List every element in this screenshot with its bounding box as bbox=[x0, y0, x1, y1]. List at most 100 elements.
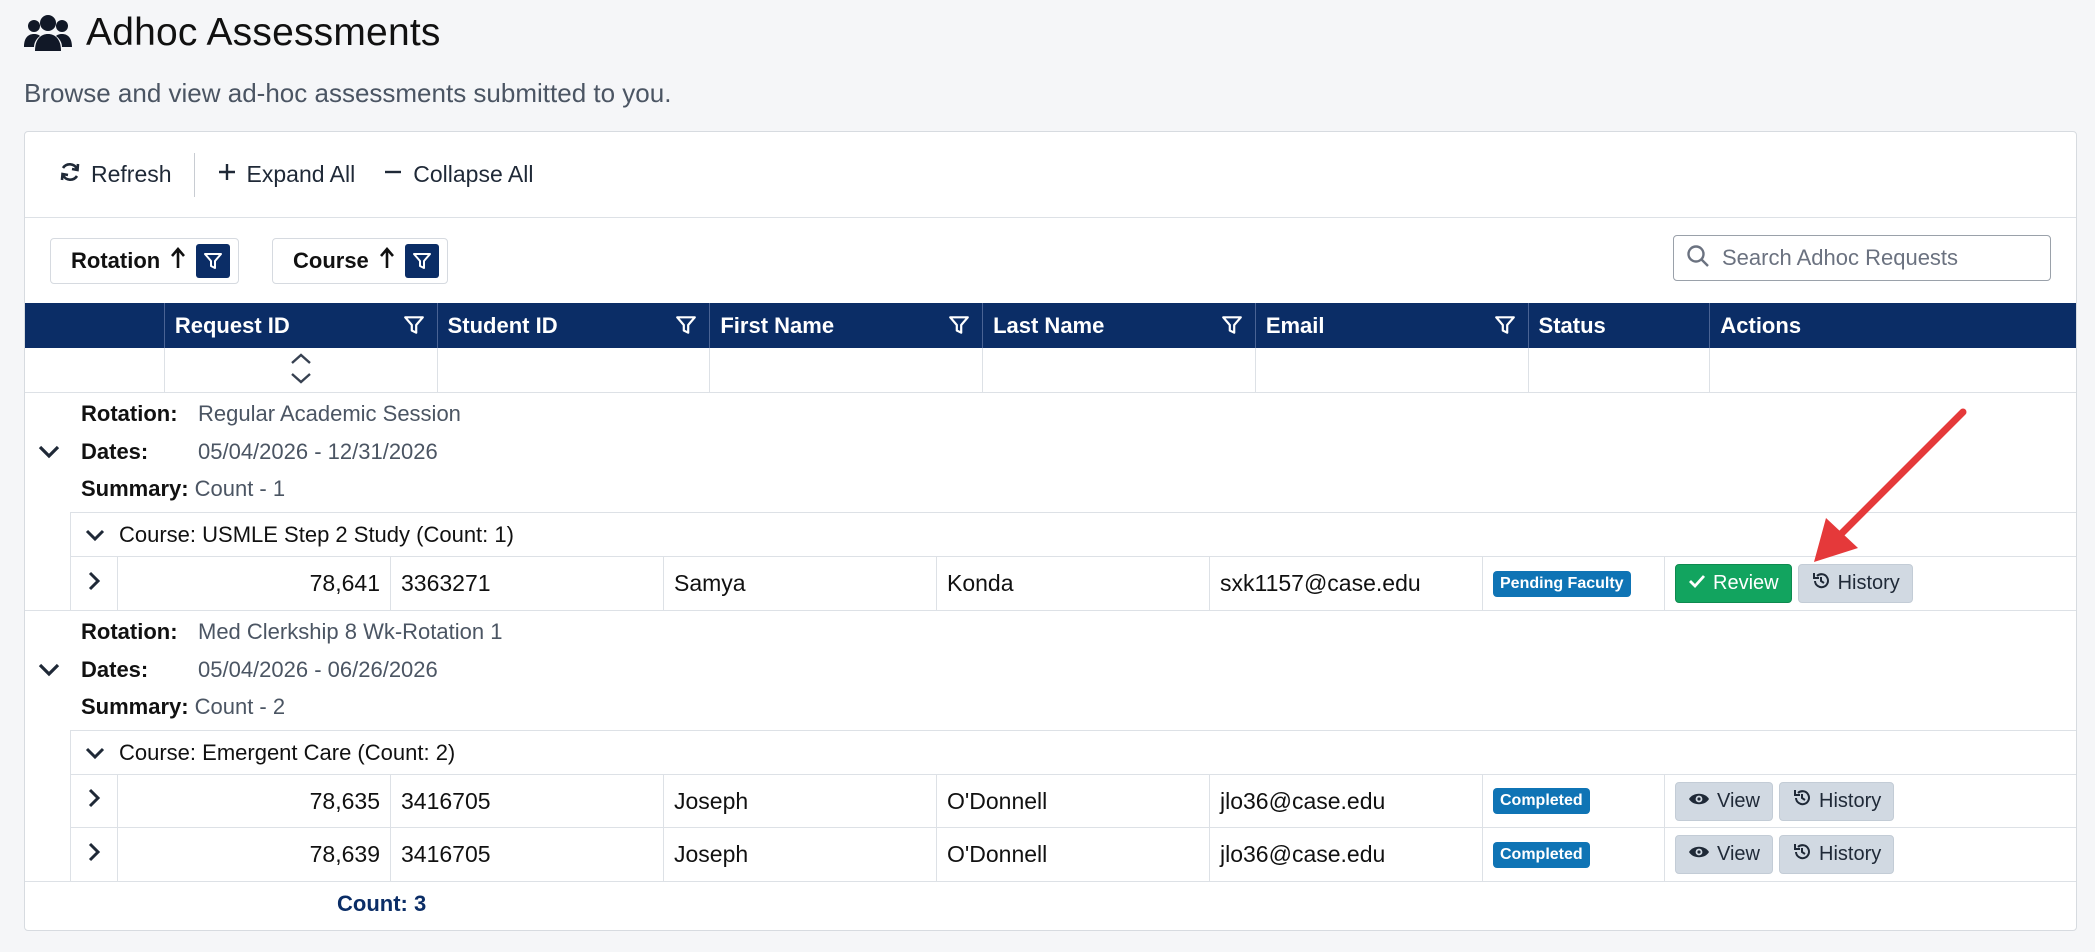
sort-toggle-icon[interactable] bbox=[289, 350, 313, 393]
chevron-down-icon[interactable] bbox=[37, 443, 61, 466]
column-filter-icon[interactable] bbox=[948, 314, 970, 342]
summary-label: Summary: bbox=[81, 694, 189, 719]
sort-ascending-icon[interactable] bbox=[170, 246, 186, 276]
refresh-icon bbox=[59, 161, 81, 189]
history-icon bbox=[1811, 571, 1831, 597]
refresh-label: Refresh bbox=[91, 161, 172, 187]
chevron-right-icon[interactable] bbox=[86, 787, 102, 815]
eye-icon bbox=[1688, 790, 1710, 813]
dates-value: 05/04/2026 - 12/31/2026 bbox=[198, 439, 438, 464]
history-icon bbox=[1792, 842, 1812, 868]
page-subtitle: Browse and view ad-hoc assessments submi… bbox=[24, 78, 672, 108]
status-badge: Completed bbox=[1493, 788, 1590, 814]
group-chip-label: Rotation bbox=[71, 248, 161, 273]
view-button[interactable]: View bbox=[1675, 835, 1773, 874]
grid-filter-row bbox=[25, 348, 2076, 393]
total-count: Count: 3 bbox=[337, 891, 427, 916]
rotation-value: Regular Academic Session bbox=[198, 401, 461, 426]
column-filter-icon[interactable] bbox=[403, 314, 425, 342]
refresh-button[interactable]: Refresh bbox=[59, 161, 172, 189]
course-group-header: Course: USMLE Step 2 Study (Count: 1) bbox=[71, 512, 2076, 557]
header-request-id[interactable]: Request ID bbox=[165, 303, 438, 348]
group-chip-rotation[interactable]: Rotation bbox=[50, 238, 240, 284]
column-filter-icon[interactable] bbox=[675, 314, 697, 342]
chevron-down-icon[interactable] bbox=[71, 527, 119, 543]
header-last-name[interactable]: Last Name bbox=[983, 303, 1256, 348]
course-group-header: Course: Emergent Care (Count: 2) bbox=[71, 730, 2076, 775]
filter-icon[interactable] bbox=[404, 244, 439, 278]
cell-status: Completed bbox=[1483, 775, 1665, 827]
cell-request-id: 78,639 bbox=[118, 828, 391, 881]
grid-footer: Count: 3 bbox=[25, 882, 2076, 926]
search-box bbox=[1673, 235, 2051, 281]
header-expander-cell bbox=[25, 303, 165, 348]
dates-label: Dates: bbox=[81, 657, 149, 682]
rotation-value: Med Clerkship 8 Wk-Rotation 1 bbox=[198, 619, 503, 644]
table-row[interactable]: 78,635 3416705 Joseph O'Donnell jlo36@ca… bbox=[71, 775, 2076, 828]
cell-student-id: 3416705 bbox=[391, 775, 664, 827]
plus-icon bbox=[217, 161, 237, 188]
filter-icon[interactable] bbox=[196, 244, 231, 278]
group-chip-course[interactable]: Course bbox=[272, 238, 448, 284]
sort-ascending-icon[interactable] bbox=[379, 246, 395, 276]
chevron-right-icon[interactable] bbox=[86, 841, 102, 869]
table-row[interactable]: 78,641 3363271 Samya Konda sxk1157@case.… bbox=[71, 557, 2076, 610]
cell-status: Pending Faculty bbox=[1483, 557, 1665, 610]
row-expander[interactable] bbox=[71, 828, 118, 881]
history-button[interactable]: History bbox=[1779, 781, 1895, 821]
cell-email: jlo36@case.edu bbox=[1210, 828, 1483, 881]
header-student-id[interactable]: Student ID bbox=[438, 303, 711, 348]
users-icon bbox=[24, 13, 72, 53]
data-grid: Request ID Student ID First Name Last Na… bbox=[25, 303, 2076, 926]
cell-student-id: 3416705 bbox=[391, 828, 664, 881]
review-button[interactable]: Review bbox=[1675, 564, 1792, 603]
status-badge: Completed bbox=[1493, 841, 1590, 868]
search-icon bbox=[1686, 244, 1710, 273]
cell-last-name: O'Donnell bbox=[937, 828, 1210, 881]
view-button[interactable]: View bbox=[1675, 781, 1773, 821]
header-first-name[interactable]: First Name bbox=[710, 303, 984, 348]
summary-label: Summary: bbox=[81, 476, 189, 501]
chevron-down-icon[interactable] bbox=[37, 661, 61, 684]
expand-all-button[interactable]: Expand All bbox=[217, 161, 356, 188]
course-title: Course: Emergent Care (Count: 2) bbox=[119, 739, 456, 765]
cell-status: Completed bbox=[1483, 828, 1665, 881]
check-icon bbox=[1688, 572, 1706, 595]
course-title: Course: USMLE Step 2 Study (Count: 1) bbox=[119, 521, 514, 547]
rotation-group: Rotation: Med Clerkship 8 Wk-Rotation 1 … bbox=[25, 611, 2076, 882]
row-expander[interactable] bbox=[71, 775, 118, 827]
grid-panel: Refresh Expand All Collapse All Rotation bbox=[24, 131, 2077, 931]
minus-icon bbox=[383, 161, 403, 188]
chevron-right-icon[interactable] bbox=[86, 570, 102, 598]
expand-all-label: Expand All bbox=[246, 161, 356, 187]
group-chip-label: Course bbox=[293, 248, 369, 273]
course-group: Course: Emergent Care (Count: 2) 78,635 … bbox=[70, 730, 2076, 881]
header-email[interactable]: Email bbox=[1256, 303, 1529, 348]
chevron-down-icon[interactable] bbox=[71, 745, 119, 761]
collapse-all-button[interactable]: Collapse All bbox=[383, 161, 533, 188]
header-status[interactable]: Status bbox=[1529, 303, 1711, 348]
cell-email: jlo36@case.edu bbox=[1210, 775, 1483, 827]
cell-last-name: O'Donnell bbox=[937, 775, 1210, 827]
column-filter-icon[interactable] bbox=[1494, 314, 1516, 342]
history-icon bbox=[1792, 788, 1812, 814]
course-group: Course: USMLE Step 2 Study (Count: 1) 78… bbox=[70, 512, 2076, 610]
cell-request-id: 78,641 bbox=[118, 557, 391, 610]
page-header: Adhoc Assessments Browse and view ad-hoc… bbox=[24, 10, 671, 109]
column-filter-icon[interactable] bbox=[1221, 314, 1243, 342]
table-row[interactable]: 78,639 3416705 Joseph O'Donnell jlo36@ca… bbox=[71, 828, 2076, 881]
rotation-label: Rotation: bbox=[81, 401, 178, 426]
dates-label: Dates: bbox=[81, 439, 149, 464]
rotation-group-header: Rotation: Regular Academic Session Dates… bbox=[25, 393, 2076, 512]
cell-first-name: Samya bbox=[664, 557, 937, 610]
search-input[interactable] bbox=[1720, 244, 2040, 272]
summary-value: Count - 2 bbox=[194, 694, 286, 719]
annotation-arrow-icon bbox=[1814, 408, 1967, 562]
eye-icon bbox=[1688, 843, 1710, 866]
row-expander[interactable] bbox=[71, 557, 118, 610]
rotation-group: Rotation: Regular Academic Session Dates… bbox=[25, 393, 2076, 611]
cell-actions: View History bbox=[1665, 775, 2031, 827]
history-button[interactable]: History bbox=[1779, 835, 1895, 874]
group-by-bar: Rotation Course bbox=[25, 219, 2076, 303]
toolbar-divider bbox=[193, 152, 195, 197]
